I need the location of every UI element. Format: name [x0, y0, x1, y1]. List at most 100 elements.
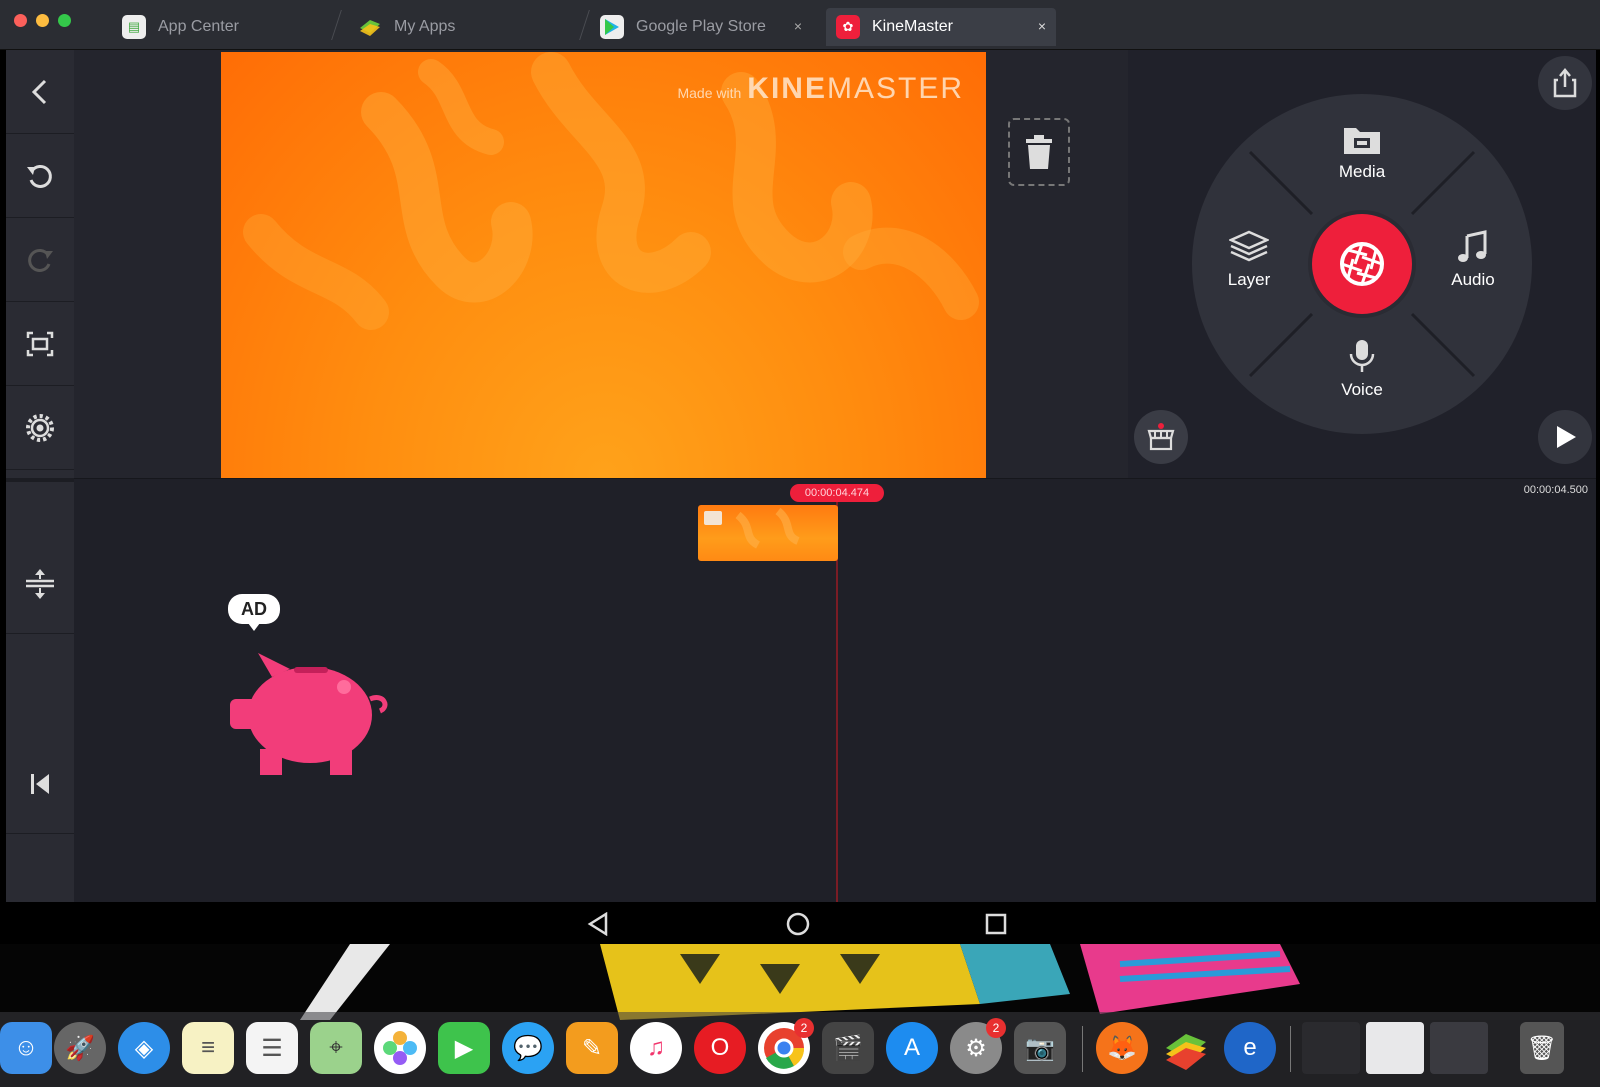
- launchpad-rocket-icon[interactable]: 🚀: [54, 1022, 106, 1074]
- app-store-icon[interactable]: A: [886, 1022, 938, 1074]
- screenshot-camera-icon[interactable]: 📷: [1014, 1022, 1066, 1074]
- redo-button[interactable]: [6, 218, 74, 302]
- voice-button[interactable]: Voice: [1317, 338, 1407, 400]
- itunes-music-icon[interactable]: ♫: [630, 1022, 682, 1074]
- safari-compass-icon[interactable]: ◈: [118, 1022, 170, 1074]
- rail-divider: [6, 478, 74, 482]
- window-close-button[interactable]: [14, 14, 27, 27]
- maps-icon[interactable]: ⌖: [310, 1022, 362, 1074]
- watermark-brand-light: MASTER: [826, 72, 964, 105]
- play-button[interactable]: [1538, 410, 1592, 464]
- voice-label: Voice: [1341, 380, 1383, 399]
- tab-label: My Apps: [394, 18, 456, 35]
- expand-tracks-icon: [26, 568, 54, 599]
- tab-label: Google Play Store: [636, 18, 766, 35]
- dock-divider: [1082, 1026, 1083, 1072]
- chrome-icon[interactable]: 2: [758, 1018, 814, 1074]
- tab-google-play-store[interactable]: Google Play Store ×: [590, 8, 812, 46]
- wallpaper-art: [300, 944, 1300, 1020]
- asset-store-icon: [1147, 423, 1175, 451]
- desktop-wallpaper: [0, 944, 1600, 1020]
- facetime-icon[interactable]: ▶: [438, 1022, 490, 1074]
- layer-button[interactable]: Layer: [1204, 230, 1294, 290]
- media-wheel: Media Layer Audio Voice: [1192, 94, 1532, 434]
- tab-divider: [579, 10, 590, 40]
- piggy-bank-ad-icon[interactable]: [224, 637, 404, 787]
- android-recents-button[interactable]: [982, 910, 1010, 938]
- tab-app-center[interactable]: ▤ App Center: [112, 8, 332, 46]
- tab-my-apps[interactable]: My Apps: [348, 8, 578, 46]
- minimized-window-thumbnail[interactable]: [1302, 1022, 1360, 1074]
- jump-to-start-button[interactable]: [6, 734, 74, 834]
- kinemaster-watermark: Made with KINE MASTER: [677, 72, 964, 106]
- audio-button[interactable]: Audio: [1428, 230, 1518, 290]
- media-wheel-panel: Media Layer Audio Voice: [1128, 50, 1596, 478]
- tab-divider: [331, 10, 342, 40]
- system-preferences-badge: 2: [986, 1018, 1006, 1038]
- share-icon: [1553, 68, 1577, 98]
- browser-tab-bar: ▤ App Center My Apps Google Play Store ×…: [0, 0, 1600, 50]
- audio-label: Audio: [1451, 270, 1495, 289]
- back-button[interactable]: [6, 50, 74, 134]
- firefox-icon[interactable]: 🦊: [1096, 1022, 1148, 1074]
- pages-icon[interactable]: ✎: [566, 1022, 618, 1074]
- asset-store-button[interactable]: [1134, 410, 1188, 464]
- trash-icon: [1026, 135, 1052, 169]
- tab-label: App Center: [158, 18, 239, 35]
- reminders-icon[interactable]: ☰: [246, 1022, 298, 1074]
- trash-can-icon[interactable]: 🗑: [1520, 1022, 1564, 1074]
- android-home-button[interactable]: [784, 910, 812, 938]
- finder-icon[interactable]: ☺: [0, 1022, 52, 1074]
- android-back-button[interactable]: [584, 910, 612, 938]
- tab-close-icon[interactable]: ×: [1038, 18, 1046, 34]
- tab-close-icon[interactable]: ×: [794, 18, 802, 34]
- undo-button[interactable]: [6, 134, 74, 218]
- share-button[interactable]: [1538, 56, 1592, 110]
- media-button[interactable]: Media: [1317, 122, 1407, 182]
- chrome-badge: 2: [794, 1018, 814, 1038]
- messages-icon[interactable]: 💬: [502, 1022, 554, 1074]
- expand-tracks-button[interactable]: [6, 534, 74, 634]
- skip-to-start-icon: [31, 773, 49, 794]
- undo-icon: [27, 164, 52, 188]
- circle-home-icon: [786, 912, 810, 936]
- settings-button[interactable]: [6, 386, 74, 470]
- play-icon: [1557, 426, 1576, 448]
- capture-button[interactable]: [1312, 214, 1412, 314]
- watermark-prefix: Made with: [677, 85, 742, 101]
- window-minimize-button[interactable]: [36, 14, 49, 27]
- edge-browser-icon[interactable]: e: [1224, 1022, 1276, 1074]
- delete-button[interactable]: [1008, 118, 1070, 186]
- chevron-left-icon: [31, 79, 47, 104]
- system-preferences-gear-icon[interactable]: ⚙ 2: [950, 1018, 1006, 1074]
- tab-kinemaster[interactable]: ✿ KineMaster ×: [826, 8, 1056, 46]
- ad-badge: AD: [228, 594, 280, 631]
- capture-frame-button[interactable]: [6, 302, 74, 386]
- android-nav-bar: [6, 902, 1596, 944]
- capture-frame-icon: [26, 331, 54, 356]
- kinemaster-editor: Made with KINE MASTER Media Layer Audio …: [6, 50, 1596, 903]
- macos-dock: ☺ 🚀 ◈ ≡ ☰ ⌖ ▶ 💬 ✎ ♫ O 2 🎬 A ⚙ 2 📷 🦊 e 🗑: [0, 1012, 1600, 1087]
- app-center-icon: ▤: [122, 15, 146, 39]
- notes-icon[interactable]: ≡: [182, 1022, 234, 1074]
- photos-flower-icon[interactable]: [374, 1022, 426, 1074]
- final-cut-clapper-icon[interactable]: 🎬: [822, 1022, 874, 1074]
- media-label: Media: [1338, 162, 1386, 181]
- bluestacks-icon: [358, 15, 382, 39]
- minimized-window-thumbnail[interactable]: [1430, 1022, 1488, 1074]
- clip-thumbnail: [735, 507, 800, 549]
- play-store-icon: [600, 15, 624, 39]
- timeline[interactable]: 00:00:04.474 00:00:04.500 AD: [74, 478, 1596, 903]
- opera-icon[interactable]: O: [694, 1022, 746, 1074]
- minimized-window-thumbnail[interactable]: [1366, 1022, 1424, 1074]
- video-preview[interactable]: Made with KINE MASTER: [221, 52, 986, 478]
- square-recents-icon: [985, 913, 1007, 935]
- playhead[interactable]: [836, 502, 838, 903]
- kinemaster-logo-icon: ✿: [836, 15, 860, 39]
- flame-pattern: [243, 52, 979, 330]
- timeline-image-clip[interactable]: [698, 505, 838, 561]
- camera-shutter-icon: [1340, 242, 1384, 286]
- media-folder-icon: [1344, 128, 1380, 154]
- bluestacks-dock-icon[interactable]: [1160, 1022, 1212, 1074]
- window-zoom-button[interactable]: [58, 14, 71, 27]
